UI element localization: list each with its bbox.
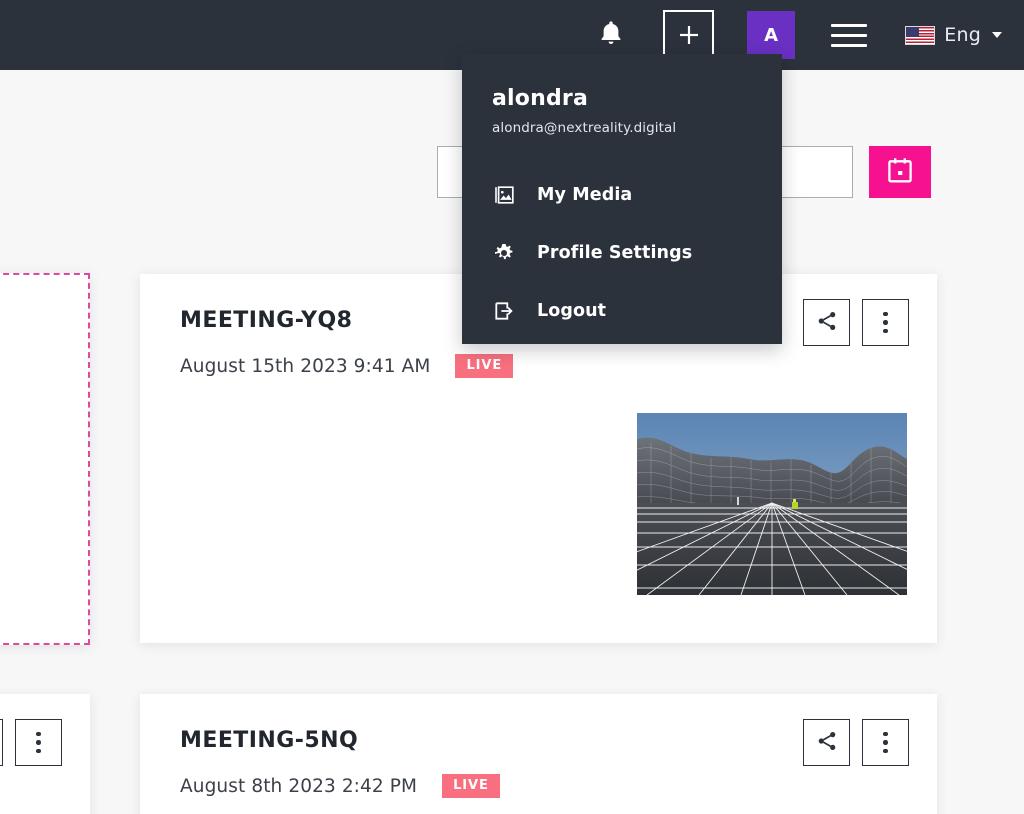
logout-icon [492, 299, 516, 323]
chevron-down-icon [992, 32, 1002, 38]
meeting-card-partial[interactable] [0, 273, 90, 645]
us-flag-icon [905, 25, 936, 45]
more-options-button[interactable] [862, 299, 909, 346]
meeting-date: August 15th 2023 9:41 AM [180, 355, 431, 377]
status-badge: LIVE [442, 774, 500, 798]
calendar-icon [887, 157, 913, 187]
dropdown-email: alondra@nextreality.digital [492, 120, 677, 137]
hamburger-bar [831, 23, 868, 27]
language-selector[interactable]: Eng [905, 24, 1002, 46]
hamburger-icon[interactable] [831, 20, 868, 50]
share-icon [816, 730, 838, 756]
share-icon [816, 310, 838, 336]
image-icon [492, 183, 516, 207]
menu-item-label: Profile Settings [537, 243, 693, 264]
meeting-card-partial[interactable] [0, 694, 90, 814]
meeting-title: MEETING-YQ8 [180, 308, 353, 333]
dropdown-user-info: alondra alondra@nextreality.digital [462, 54, 782, 136]
menu-item-profile-settings[interactable]: Profile Settings [462, 224, 782, 282]
share-button[interactable] [803, 299, 850, 346]
dropdown-username: alondra [492, 86, 589, 111]
plus-icon [677, 23, 701, 47]
meeting-date: August 8th 2023 2:42 PM [180, 775, 418, 797]
more-vertical-icon [883, 311, 888, 334]
more-options-button[interactable] [862, 719, 909, 766]
meeting-meta: August 8th 2023 2:42 PM LIVE [180, 774, 500, 798]
share-button[interactable] [0, 719, 3, 766]
meeting-card-actions [0, 719, 62, 766]
hamburger-bar [831, 33, 868, 37]
profile-dropdown-menu: alondra alondra@nextreality.digital My M… [462, 54, 782, 344]
add-button[interactable] [663, 9, 715, 61]
meeting-card-actions [803, 299, 909, 346]
meeting-meta: August 15th 2023 9:41 AM LIVE [180, 354, 514, 378]
calendar-button[interactable] [869, 146, 931, 198]
menu-item-my-media[interactable]: My Media [462, 166, 782, 224]
hamburger-bar [831, 43, 868, 47]
menu-item-label: My Media [537, 185, 633, 206]
meeting-thumbnail[interactable] [637, 413, 907, 595]
more-options-button[interactable] [15, 719, 62, 766]
language-label: Eng [944, 24, 981, 46]
meeting-title: MEETING-5NQ [180, 728, 359, 753]
avatar[interactable]: A [747, 11, 796, 59]
more-vertical-icon [36, 731, 41, 754]
status-badge: LIVE [455, 354, 514, 378]
notifications-button[interactable] [589, 13, 633, 57]
meeting-card[interactable]: MEETING-5NQ August 8th 2023 2:42 PM LIVE [140, 694, 937, 814]
more-vertical-icon [883, 731, 888, 754]
gear-icon [492, 241, 516, 265]
menu-item-logout[interactable]: Logout [462, 282, 782, 340]
dropdown-menu-items: My Media Profile Settings Logout [462, 166, 782, 340]
share-button[interactable] [803, 719, 850, 766]
menu-item-label: Logout [537, 301, 607, 322]
bell-icon [598, 19, 624, 51]
meeting-card-actions [803, 719, 909, 766]
